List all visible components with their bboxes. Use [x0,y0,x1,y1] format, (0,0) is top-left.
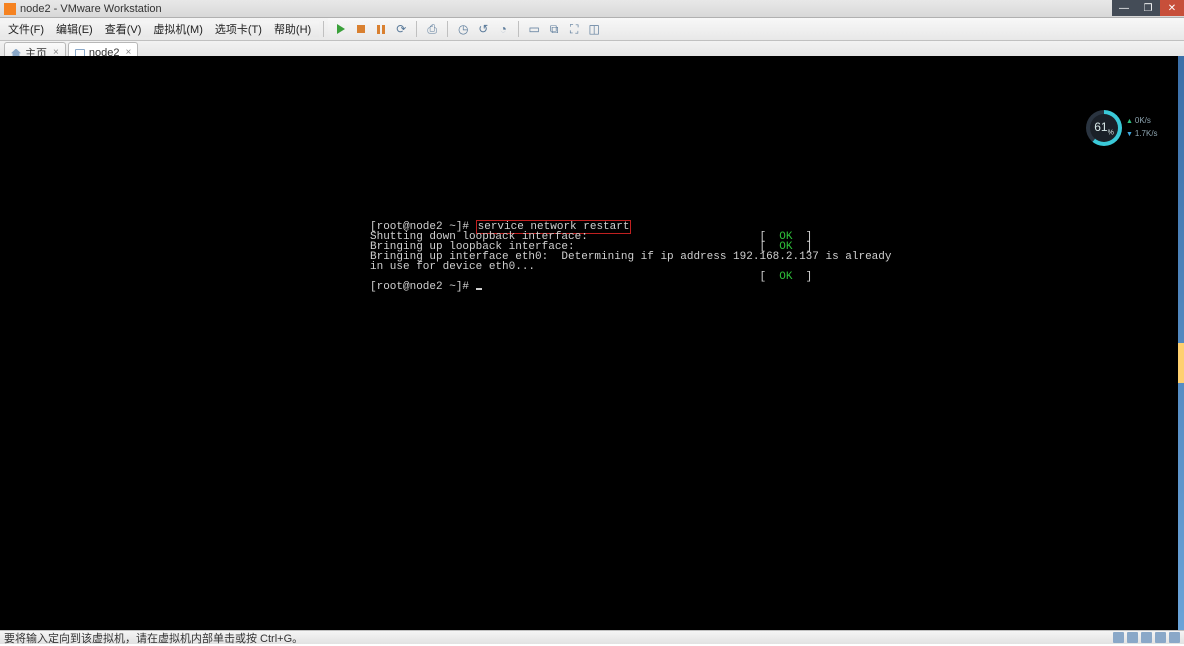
tray-sound-icon[interactable] [1169,632,1180,643]
tray-cd-icon[interactable] [1127,632,1138,643]
side-panel-handle[interactable] [1178,56,1184,630]
window-titlebar: node2 - VMware Workstation — ❐ ✕ [0,0,1184,18]
revert-icon: ↺ [478,22,488,36]
play-icon [337,24,345,34]
menu-view[interactable]: 查看(V) [99,21,148,37]
net-stats: 0K/s 1.7K/s [1126,115,1158,141]
maximize-button[interactable]: ❐ [1136,0,1160,16]
window-controls: — ❐ ✕ [1112,0,1184,16]
console-icon: ⧉ [550,22,559,37]
grip-icon [1178,343,1184,383]
fullscreen-button[interactable]: ▭ [525,20,543,38]
suspend-button[interactable] [372,20,390,38]
revert-button[interactable]: ↺ [474,20,492,38]
status-ok: OK [779,271,792,283]
console-button[interactable]: ⧉ [545,20,563,38]
menu-vm[interactable]: 虚拟机(M) [147,21,209,37]
power-on-button[interactable] [332,20,350,38]
toolbar: ⟳ ⎙ ◷ ↺ ◔ ▭ ⧉ ⛶ ◫ [328,18,1184,40]
shell-prompt: [root@node2 ~]# [370,281,476,293]
tray-hdd-icon[interactable] [1113,632,1124,643]
manage-icon: ◔ [500,22,507,36]
term-line: ] [792,271,812,283]
toolbar-separator [447,21,448,37]
device-tray [1113,632,1180,643]
power-off-button[interactable] [352,20,370,38]
restart-button[interactable]: ⟳ [392,20,410,38]
close-button[interactable]: ✕ [1160,0,1184,16]
toolbar-separator [416,21,417,37]
screen-icon: ▭ [529,22,540,36]
tray-net-icon[interactable] [1141,632,1152,643]
clock-button[interactable]: ◷ [454,20,472,38]
cpu-value: 61% [1094,120,1114,136]
unity-icon: ⛶ [570,22,578,37]
unity-button[interactable]: ⛶ [565,20,583,38]
pause-icon [377,25,385,34]
stop-icon [357,25,365,33]
menu-file[interactable]: 文件(F) [2,21,50,37]
snapshot-button[interactable]: ⎙ [423,20,441,38]
menu-help[interactable]: 帮助(H) [268,21,317,37]
toolbar-separator [323,21,324,37]
restart-icon: ⟳ [396,22,406,36]
clock-icon: ◷ [458,22,468,36]
cpu-ring: 61% [1086,110,1122,146]
menu-bar: 文件(F) 编辑(E) 查看(V) 虚拟机(M) 选项卡(T) 帮助(H) [0,21,319,37]
tray-usb-icon[interactable] [1155,632,1166,643]
net-down: 1.7K/s [1126,128,1158,141]
toolbar-separator [518,21,519,37]
perf-overlay: 61% 0K/s 1.7K/s [1086,106,1166,150]
app-icon [4,3,16,15]
vm-console[interactable]: [root@node2 ~]# service network restart … [0,56,1184,630]
terminal-output: [root@node2 ~]# service network restart … [370,222,892,292]
snapshot-icon: ⎙ [427,22,437,37]
manage-button[interactable]: ◔ [494,20,512,38]
net-up: 0K/s [1126,115,1158,128]
window-title: node2 - VMware Workstation [20,3,162,15]
stretch-icon: ◫ [589,22,600,36]
status-hint: 要将输入定向到该虚拟机，请在虚拟机内部单击或按 Ctrl+G。 [4,630,303,646]
cursor [476,288,482,290]
status-bar: 要将输入定向到该虚拟机，请在虚拟机内部单击或按 Ctrl+G。 [0,630,1184,644]
minimize-button[interactable]: — [1112,0,1136,16]
menu-tabs[interactable]: 选项卡(T) [209,21,268,37]
stretch-button[interactable]: ◫ [585,20,603,38]
menu-edit[interactable]: 编辑(E) [50,21,99,37]
